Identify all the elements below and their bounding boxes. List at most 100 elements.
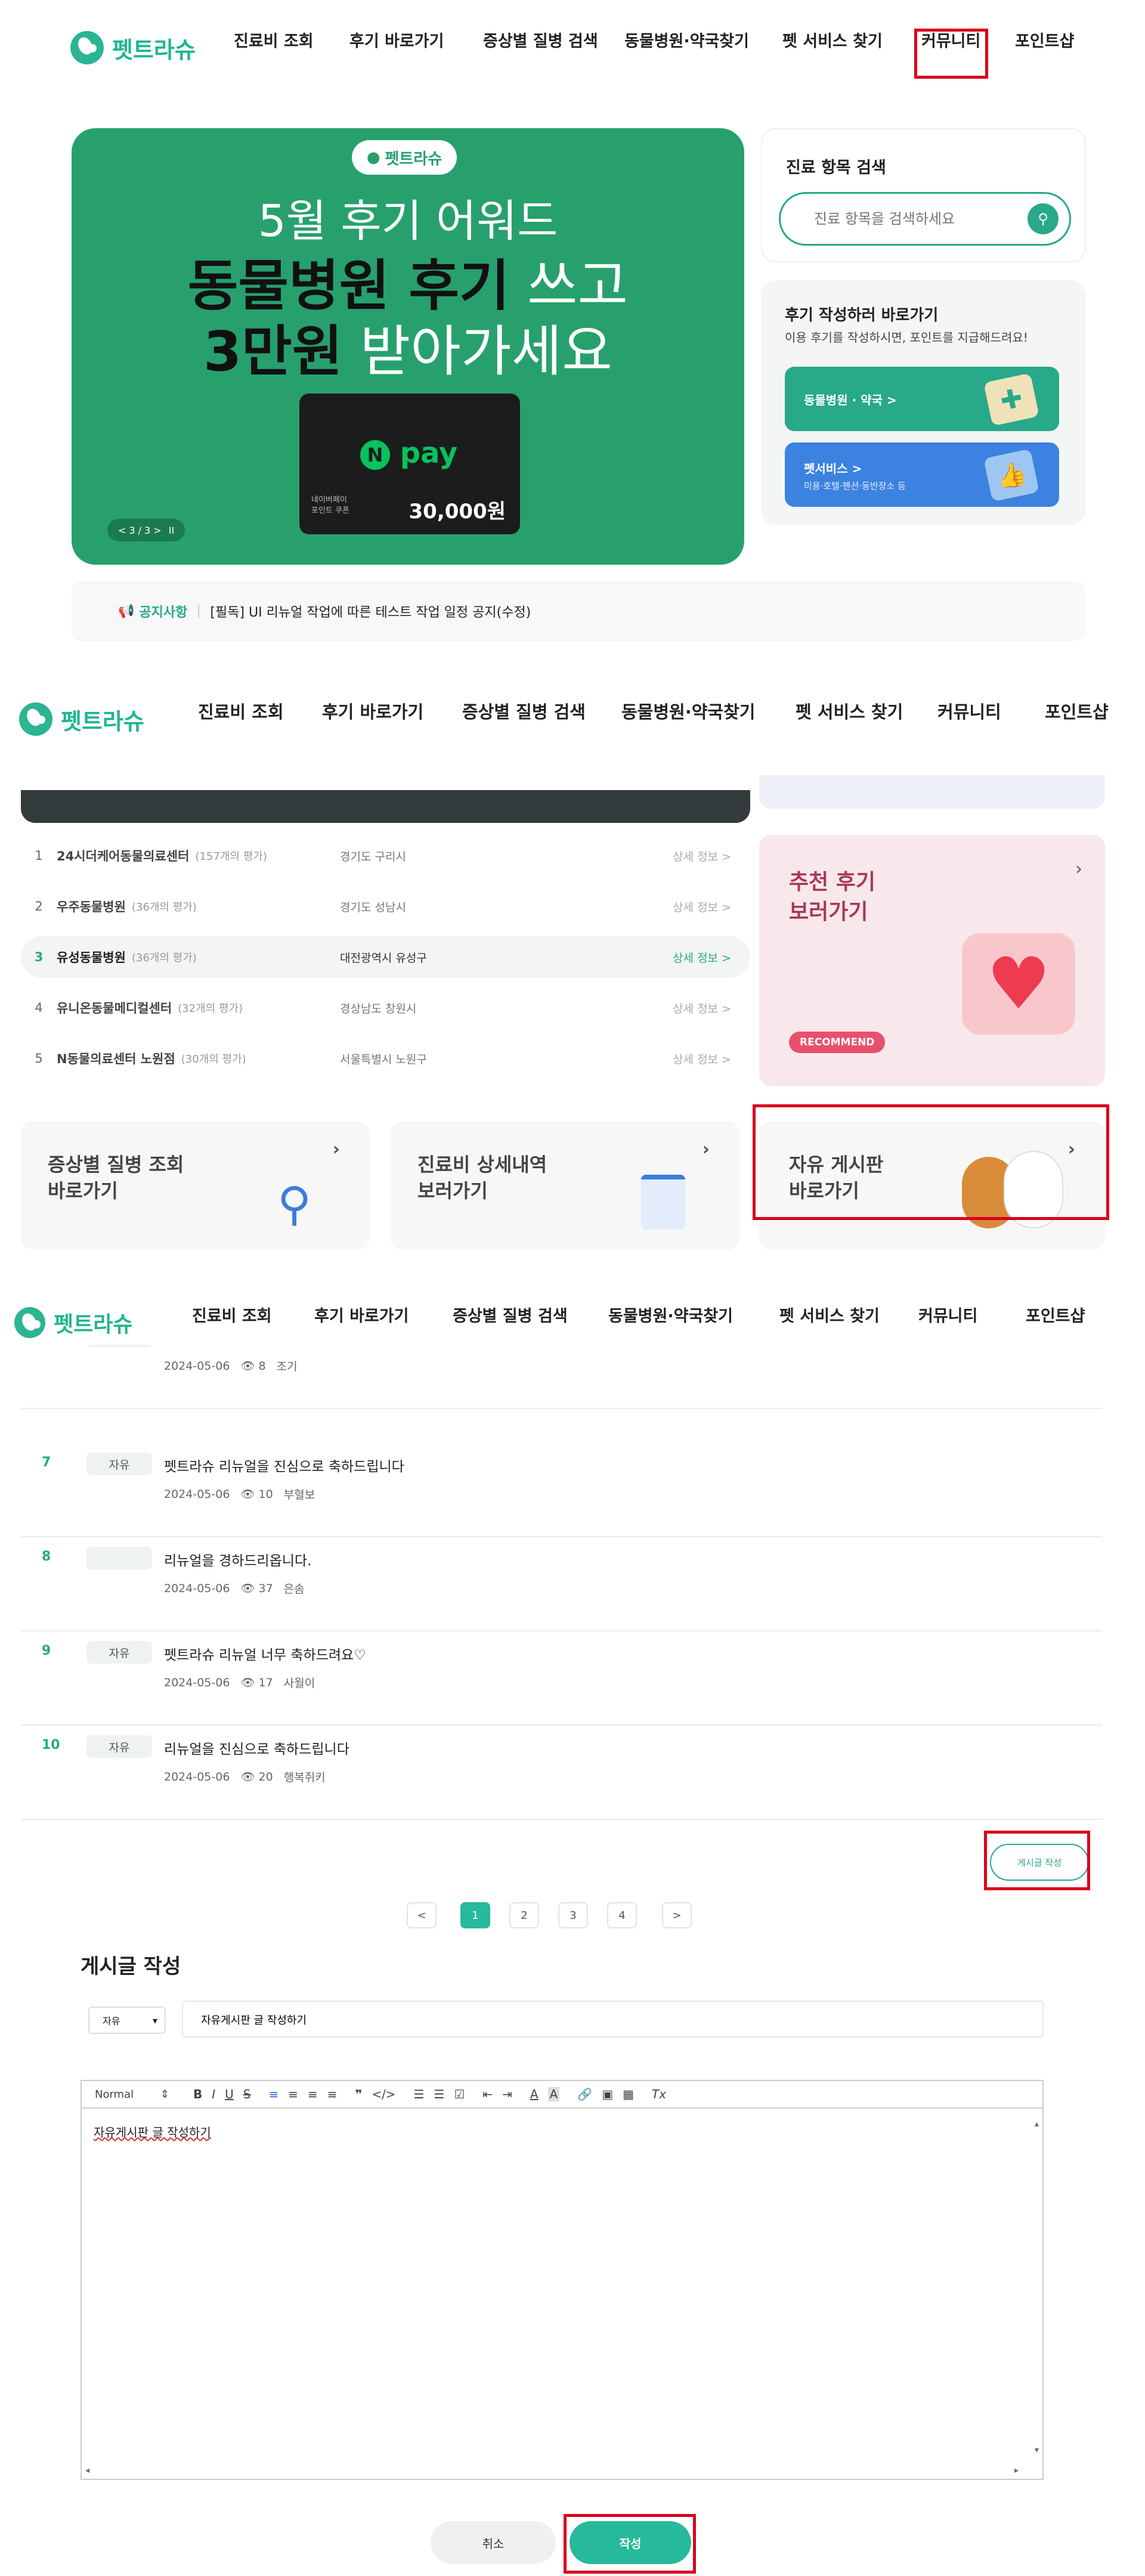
quick-link-symptom[interactable]: 증상별 질병 조회 바로가기 › ⚲	[21, 1121, 370, 1250]
nav-item-pointshop-2[interactable]: 포인트샵	[1045, 698, 1109, 723]
ranking-row[interactable]: 5 N동물의료센터 노원점 (30개의 평가) 서울특별시 노원구 상세 정보 …	[21, 1038, 750, 1079]
ranking-row[interactable]: 1 24시더케어동물의료센터 (157개의 평가) 경기도 구리시 상세 정보 …	[21, 835, 750, 877]
post-row[interactable]: 8 리뉴얼을 경하드리옵니다. 2024-05-06 👁 37 은솜	[21, 1537, 1102, 1631]
hospital-name[interactable]: 유니온동물메디컬센터	[57, 999, 172, 1017]
strike-icon[interactable]: S	[243, 2087, 251, 2101]
pagination-prev[interactable]: <	[407, 1902, 437, 1928]
nav-item-petservice-2[interactable]: 펫 서비스 찾기	[796, 698, 903, 723]
link-icon[interactable]: 🔗	[577, 2087, 592, 2101]
post-title[interactable]: 펫트라슈 리뉴얼 너무 축하드려요♡	[164, 1643, 366, 1664]
nav-item-community-2[interactable]: 커뮤니티	[937, 698, 1001, 723]
category-select[interactable]: 자유 ▾	[88, 2007, 166, 2034]
nav-item-pointshop[interactable]: 포인트샵	[1015, 28, 1074, 51]
align-left-icon[interactable]: ≡	[269, 2087, 279, 2101]
cancel-button[interactable]: 취소	[431, 2521, 556, 2564]
outdent-icon[interactable]: ⇤	[482, 2087, 493, 2101]
search-icon[interactable]: ⚲	[1028, 203, 1059, 234]
hospital-review-button[interactable]: 동물병원 · 약국 > ✚	[785, 367, 1059, 431]
ranking-row-active[interactable]: 3 유성동물병원 (36개의 평가) 대전광역시 유성구 상세 정보 >	[21, 936, 750, 978]
format-select[interactable]: Normal ⇕	[95, 2088, 175, 2101]
underline-icon[interactable]: U	[225, 2087, 234, 2101]
post-row[interactable]: 10 자유 리뉴얼을 진심으로 축하드립니다 2024-05-06 👁 20 행복쥐키	[21, 1726, 1102, 1820]
scroll-left-icon[interactable]: ◂	[85, 2466, 89, 2475]
post-row[interactable]: 7 자유 펫트라슈 리뉴얼을 진심으로 축하드립니다 2024-05-06 👁 10…	[21, 1443, 1102, 1537]
ordered-list-icon[interactable]: ☰	[414, 2087, 425, 2101]
hospital-name[interactable]: N동물의료센터 노원점	[57, 1049, 175, 1067]
brand-logo[interactable]: 펫트라슈	[70, 31, 196, 64]
video-icon[interactable]: ▦	[623, 2087, 634, 2101]
nav-item-reviews[interactable]: 후기 바로가기	[349, 28, 444, 51]
chevron-right-icon[interactable]: ›	[1075, 859, 1082, 880]
pagination-page[interactable]: 4	[607, 1902, 637, 1928]
nav-item-pointshop-3[interactable]: 포인트샵	[1026, 1303, 1085, 1326]
align-justify-icon[interactable]: ≡	[327, 2087, 338, 2101]
title-input[interactable]	[201, 2010, 976, 2029]
quote-icon[interactable]: ❞	[355, 2087, 363, 2101]
post-title[interactable]: 리뉴얼 축하드립니다~!	[164, 1345, 299, 1347]
clear-format-icon[interactable]: Tx	[652, 2087, 666, 2101]
post-title[interactable]: 리뉴얼을 경하드리옵니다.	[164, 1549, 311, 1569]
background-color-icon[interactable]: A	[547, 2087, 560, 2101]
detail-link[interactable]: 상세 정보 >	[673, 899, 731, 915]
nav-item-cost-3[interactable]: 진료비 조회	[192, 1303, 272, 1326]
nav-item-symptom[interactable]: 증상별 질병 검색	[483, 28, 598, 51]
nav-item-petservice-3[interactable]: 펫 서비스 찾기	[779, 1303, 880, 1326]
pause-icon[interactable]: II	[169, 525, 174, 536]
nav-item-hospital[interactable]: 동물병원·약국찾기	[624, 28, 749, 51]
image-icon[interactable]: ▣	[602, 2087, 613, 2101]
hospital-name[interactable]: 우주동물병원	[57, 897, 126, 915]
detail-link[interactable]: 상세 정보 >	[673, 1000, 731, 1016]
brand-logo-3[interactable]: 펫트라슈	[14, 1307, 132, 1338]
editor-body[interactable]: 자유게시판 글 작성하기 ▴ ▾ ◂ ▸	[81, 2107, 1044, 2480]
petservice-review-button[interactable]: 펫서비스 > 미용·호텔·펜션·동반장소 등 👍	[785, 442, 1059, 507]
detail-link[interactable]: 상세 정보 >	[673, 1051, 731, 1067]
post-row[interactable]: 9 자유 펫트라슈 리뉴얼 너무 축하드려요♡ 2024-05-06 👁 17 사월이	[21, 1631, 1102, 1726]
ranking-row[interactable]: 2 우주동물병원 (36개의 평가) 경기도 성남시 상세 정보 >	[21, 886, 750, 927]
post-title[interactable]: 리뉴얼을 진심으로 축하드립니다	[164, 1738, 349, 1758]
search-input[interactable]	[814, 206, 1017, 232]
pagination-page[interactable]: 3	[558, 1902, 588, 1928]
title-input-box[interactable]	[182, 2001, 1044, 2038]
nav-item-petservice[interactable]: 펫 서비스 찾기	[782, 28, 883, 51]
banner-pager[interactable]: < 3 / 3 > II	[107, 519, 185, 541]
search-field[interactable]: ⚲	[779, 192, 1071, 246]
detail-link[interactable]: 상세 정보 >	[673, 848, 731, 864]
nav-item-reviews-2[interactable]: 후기 바로가기	[322, 698, 423, 723]
nav-item-cost[interactable]: 진료비 조회	[234, 28, 314, 51]
event-banner[interactable]: ● 펫트라슈 5월 후기 어워드 동물병원 후기 쓰고 3만원 받아가세요 N p…	[72, 128, 744, 565]
nav-item-cost-2[interactable]: 진료비 조회	[198, 698, 284, 723]
font-color-icon[interactable]: A	[530, 2087, 539, 2101]
scroll-down-icon[interactable]: ▾	[1035, 2445, 1039, 2455]
quick-link-cost[interactable]: 진료비 상세내역 보러가기 ›	[391, 1121, 739, 1250]
brand-logo-2[interactable]: 펫트라슈	[19, 702, 144, 736]
nav-item-community-3[interactable]: 커뮤니티	[918, 1303, 977, 1326]
indent-icon[interactable]: ⇥	[502, 2087, 512, 2101]
post-row[interactable]: 6 자유 리뉴얼 축하드립니다~! 2024-05-06 👁 8 조기	[21, 1345, 1102, 1409]
hospital-name[interactable]: 24시더케어동물의료센터	[57, 847, 189, 865]
nav-item-hospital-3[interactable]: 동물병원·약국찾기	[608, 1303, 733, 1326]
chevron-right-icon[interactable]: ›	[333, 1139, 340, 1160]
recommend-card[interactable]: 추천 후기 보러가기 › RECOMMEND ♥	[759, 835, 1105, 1086]
check-list-icon[interactable]: ☑	[454, 2087, 465, 2101]
chevron-right-icon[interactable]: ›	[703, 1139, 710, 1160]
hospital-name[interactable]: 유성동물병원	[57, 948, 126, 966]
notice-bar[interactable]: 📢 공지사항 [필독] UI 리뉴얼 작업에 따른 테스트 작업 일정 공지(수…	[72, 581, 1085, 641]
detail-link[interactable]: 상세 정보 >	[673, 949, 731, 965]
nav-item-reviews-3[interactable]: 후기 바로가기	[314, 1303, 409, 1326]
code-icon[interactable]: </>	[372, 2087, 395, 2101]
bold-icon[interactable]: B	[193, 2087, 202, 2101]
post-title[interactable]: 펫트라슈 리뉴얼을 진심으로 축하드립니다	[164, 1455, 404, 1475]
nav-item-hospital-2[interactable]: 동물병원·약국찾기	[621, 698, 755, 723]
nav-item-symptom-3[interactable]: 증상별 질병 검색	[453, 1303, 568, 1326]
notice-text[interactable]: [필독] UI 리뉴얼 작업에 따른 테스트 작업 일정 공지(수정)	[210, 602, 531, 621]
italic-icon[interactable]: I	[212, 2087, 215, 2101]
ranking-row[interactable]: 4 유니온동물메디컬센터 (32개의 평가) 경상남도 창원시 상세 정보 >	[21, 987, 750, 1029]
pagination-page[interactable]: 2	[509, 1902, 539, 1928]
bullet-list-icon[interactable]: ☰	[434, 2087, 445, 2101]
scroll-up-icon[interactable]: ▴	[1035, 2119, 1039, 2129]
scroll-right-icon[interactable]: ▸	[1014, 2466, 1019, 2475]
pagination-page[interactable]: 1	[460, 1902, 490, 1928]
pagination-next[interactable]: >	[662, 1902, 692, 1928]
nav-item-symptom-2[interactable]: 증상별 질병 검색	[462, 698, 586, 723]
align-center-icon[interactable]: ≡	[288, 2087, 298, 2101]
